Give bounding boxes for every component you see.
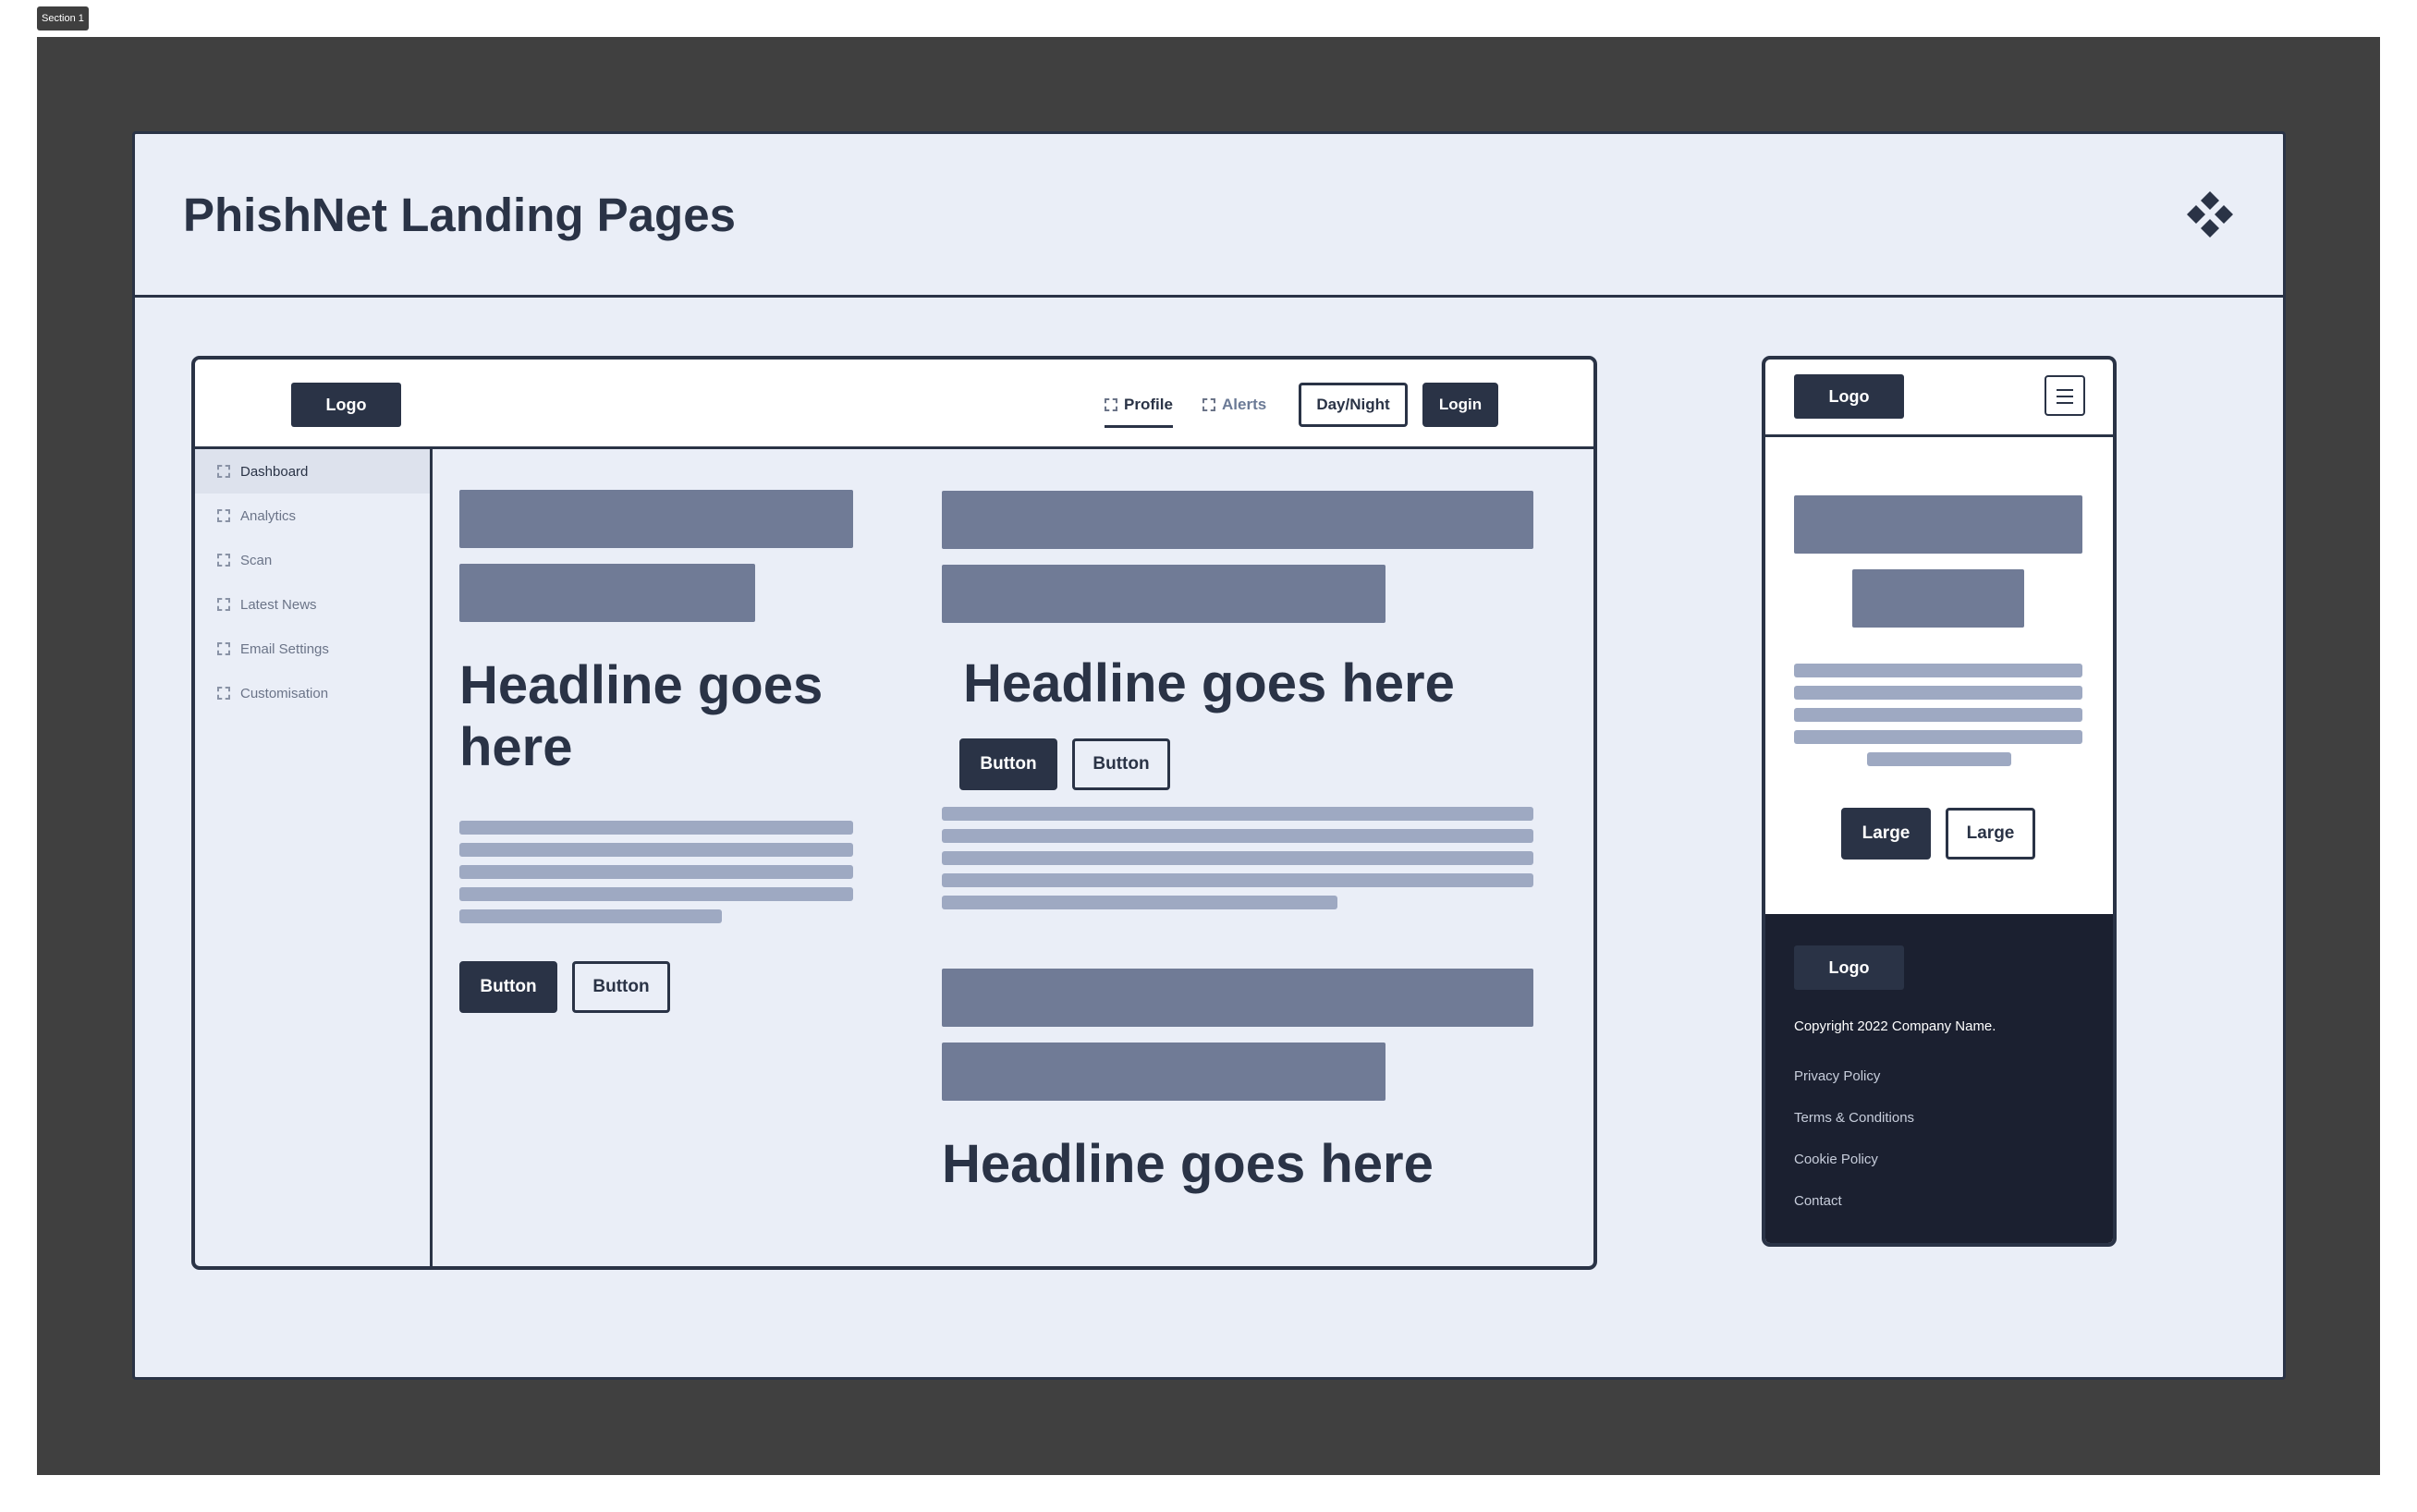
mobile-logo[interactable]: Logo [1794, 374, 1904, 419]
copyright-text: Copyright 2022 Company Name. [1794, 1018, 1996, 1034]
text-placeholder-line [459, 865, 853, 879]
placeholder-icon [217, 687, 230, 700]
mobile-mockup: Logo Large Large Logo Copyright 2022 Com… [1762, 356, 2117, 1247]
sidebar-item-label: Customisation [240, 685, 329, 701]
canvas: PhishNet Landing Pages Logo Profile Aler… [37, 37, 2380, 1475]
sidebar-item-scan[interactable]: Scan [195, 538, 430, 582]
footer-link-privacy[interactable]: Privacy Policy [1794, 1068, 1880, 1084]
nav-link-profile[interactable]: Profile [1105, 396, 1173, 414]
sidebar-item-label: Latest News [240, 596, 317, 613]
sidebar-item-label: Scan [240, 552, 273, 568]
placeholder-icon [217, 509, 230, 522]
sidebar-item-latest-news[interactable]: Latest News [195, 582, 430, 627]
text-placeholder-line [1794, 730, 2082, 744]
headline: Headline goes here [459, 655, 824, 777]
text-placeholder-line [1867, 752, 2011, 766]
login-button[interactable]: Login [1422, 383, 1498, 427]
secondary-button[interactable]: Button [572, 961, 670, 1013]
placeholder-icon [217, 554, 230, 567]
sidebar-item-dashboard[interactable]: Dashboard [195, 449, 430, 494]
mobile-footer: Logo Copyright 2022 Company Name. Privac… [1765, 914, 2113, 1243]
sidebar-item-customisation[interactable]: Customisation [195, 671, 430, 715]
footer-link-terms[interactable]: Terms & Conditions [1794, 1110, 1914, 1126]
section-label[interactable]: Section 1 [37, 6, 89, 30]
landing-pages-frame: PhishNet Landing Pages Logo Profile Aler… [132, 131, 2286, 1380]
placeholder-icon [217, 642, 230, 655]
sidebar-item-email-settings[interactable]: Email Settings [195, 627, 430, 671]
image-placeholder [459, 564, 755, 622]
image-placeholder [942, 969, 1533, 1027]
active-tab-indicator [1105, 425, 1173, 428]
primary-button[interactable]: Button [959, 738, 1057, 790]
nav-link-label: Alerts [1222, 396, 1267, 413]
image-placeholder [942, 1043, 1386, 1101]
text-placeholder-line [459, 887, 853, 901]
text-placeholder-line [1794, 708, 2082, 722]
desktop-navbar: Logo Profile Alerts Day/Night Login [195, 360, 1593, 449]
text-placeholder-line [942, 829, 1533, 843]
placeholder-icon [1202, 398, 1215, 411]
hamburger-icon[interactable] [2045, 375, 2085, 416]
nav-link-alerts[interactable]: Alerts [1202, 396, 1266, 414]
sidebar-item-analytics[interactable]: Analytics [195, 494, 430, 538]
text-placeholder-line [1794, 686, 2082, 700]
sidebar-item-label: Dashboard [240, 463, 309, 480]
image-placeholder [1794, 495, 2082, 554]
text-placeholder-line [459, 843, 853, 857]
desktop-mockup: Logo Profile Alerts Day/Night Login Dash… [191, 356, 1597, 1270]
large-primary-button[interactable]: Large [1841, 808, 1931, 860]
footer-logo[interactable]: Logo [1794, 945, 1904, 990]
placeholder-icon [217, 465, 230, 478]
component-icon [2187, 191, 2233, 238]
footer-link-contact[interactable]: Contact [1794, 1193, 1842, 1209]
placeholder-icon [1105, 398, 1117, 411]
sidebar-item-label: Analytics [240, 507, 297, 524]
text-placeholder-line [942, 896, 1337, 909]
large-secondary-button[interactable]: Large [1946, 808, 2035, 860]
day-night-button[interactable]: Day/Night [1299, 383, 1408, 427]
frame-header: PhishNet Landing Pages [135, 134, 2283, 298]
page-title: PhishNet Landing Pages [183, 189, 736, 241]
nav-link-label: Profile [1124, 396, 1173, 413]
primary-button[interactable]: Button [459, 961, 557, 1013]
sidebar: Dashboard Analytics Scan Latest News Ema… [195, 449, 433, 1266]
headline: Headline goes here [963, 653, 1455, 713]
headline: Headline goes here [942, 1134, 1434, 1194]
image-placeholder [459, 490, 853, 548]
text-placeholder-line [459, 909, 722, 923]
text-placeholder-line [942, 851, 1533, 865]
text-placeholder-line [459, 821, 853, 835]
text-placeholder-line [942, 807, 1533, 821]
placeholder-icon [217, 598, 230, 611]
image-placeholder [1852, 569, 2024, 628]
text-placeholder-line [1794, 664, 2082, 677]
text-placeholder-line [942, 873, 1533, 887]
secondary-button[interactable]: Button [1072, 738, 1170, 790]
sidebar-item-label: Email Settings [240, 640, 329, 657]
footer-link-cookie[interactable]: Cookie Policy [1794, 1152, 1878, 1167]
mobile-navbar: Logo [1765, 360, 2113, 437]
image-placeholder [942, 565, 1386, 623]
image-placeholder [942, 491, 1533, 549]
desktop-logo[interactable]: Logo [291, 383, 401, 427]
